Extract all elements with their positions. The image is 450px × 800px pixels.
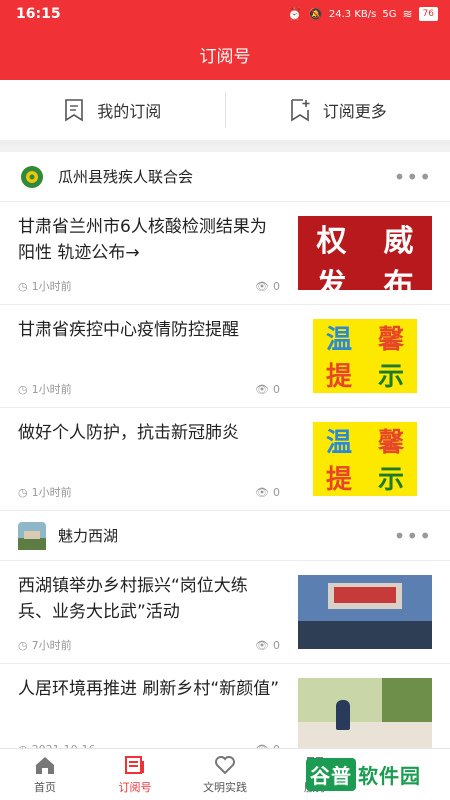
article-thumbnail: 温 馨 提 示: [298, 319, 432, 393]
channel-header[interactable]: 瓜州县残疾人联合会 •••: [0, 152, 450, 202]
watermark-text: 软件园: [358, 763, 421, 788]
status-time: 16:15: [16, 6, 61, 22]
alarm-icon: ⏰: [287, 7, 302, 21]
article-time: 1小时前: [31, 280, 72, 293]
article-title: 西湖镇举办乡村振兴“岗位大练兵、业务大比武”活动: [18, 576, 248, 622]
battery-indicator: 76: [418, 7, 438, 21]
article-item[interactable]: 人居环境再推进 刷新乡村“新颜值” ◷2021-10-16 👁0: [0, 664, 450, 748]
thumb-char: 温: [325, 325, 352, 355]
article-time: 1小时前: [31, 486, 72, 499]
article-views: 0: [273, 279, 280, 293]
tab-civilization-label: 文明实践: [203, 780, 247, 794]
eye-icon: 👁: [255, 279, 269, 293]
subscribe-more-button[interactable]: 订阅更多: [226, 80, 450, 140]
thumb-char: 威: [383, 224, 414, 259]
article-views: 0: [273, 485, 280, 499]
article-item[interactable]: 甘肃省疾控中心疫情防控提醒 ◷ 1小时前 👁 0 温 馨 提 示: [0, 305, 450, 408]
document-icon: [65, 99, 84, 122]
subscription-feed: 瓜州县残疾人联合会 ••• 甘肃省兰州市6人核酸检测结果为阳性 轨迹公布→ ◷ 1…: [0, 152, 450, 748]
article-views: 0: [273, 382, 280, 396]
tab-home-label: 首页: [34, 780, 56, 794]
thumb-char: 温: [325, 428, 352, 458]
article-title: 做好个人防护，抗击新冠肺炎: [18, 423, 239, 443]
wifi-icon: ≋: [402, 7, 413, 21]
clock-icon: ◷: [18, 485, 28, 499]
article-time: 1小时前: [31, 383, 72, 396]
article-time: 7小时前: [31, 639, 72, 652]
thumb-char: 提: [325, 465, 352, 495]
bookmark-add-icon: [290, 99, 310, 122]
subscribe-more-label: 订阅更多: [322, 102, 387, 121]
article-thumbnail: 温 馨 提 示: [298, 422, 432, 496]
article-views: 0: [273, 638, 280, 652]
channel-name: 瓜州县残疾人联合会: [58, 168, 194, 186]
clock-icon: ◷: [18, 638, 28, 652]
tab-subscriptions-label: 订阅号: [118, 780, 152, 794]
article-item[interactable]: 西湖镇举办乡村振兴“岗位大练兵、业务大比武”活动 ◷ 7小时前 👁 0: [0, 561, 450, 664]
thumb-char: 提: [325, 362, 352, 392]
thumb-char: 示: [377, 362, 404, 392]
article-thumbnail: 权 威 发 布: [298, 216, 432, 303]
eye-icon: 👁: [255, 485, 269, 499]
thumb-char: 馨: [377, 428, 404, 458]
subscription-tabs: 我的订阅 订阅更多: [0, 80, 450, 146]
tab-civilization[interactable]: 文明实践: [180, 749, 270, 800]
clock-icon: ◷: [18, 382, 28, 396]
clock-icon: ◷: [18, 279, 28, 293]
more-options-icon[interactable]: •••: [394, 165, 432, 189]
channel-avatar-icon: [18, 521, 46, 550]
eye-icon: 👁: [255, 382, 269, 396]
article-title: 甘肃省疾控中心疫情防控提醒: [18, 320, 239, 340]
heart-icon: [215, 755, 235, 774]
eye-icon: 👁: [255, 638, 269, 652]
status-bar: 16:15 ⏰ 🔕 24.3 KB/s 5G ≋ 76: [0, 0, 450, 28]
article-thumbnail: [298, 678, 432, 748]
channel-header[interactable]: 魅力西湖 •••: [0, 511, 450, 561]
article-title: 人居环境再推进 刷新乡村“新颜值”: [18, 679, 280, 699]
thumb-char: 权: [316, 224, 347, 259]
home-icon: [36, 756, 54, 774]
thumb-char: 馨: [377, 325, 404, 355]
watermark-logo: 谷普 软件园: [306, 757, 442, 791]
status-icons: ⏰ 🔕 24.3 KB/s 5G ≋ 76: [287, 7, 438, 21]
newspaper-icon: [125, 755, 144, 774]
article-title: 甘肃省兰州市6人核酸检测结果为阳性 轨迹公布→: [18, 217, 267, 263]
thumb-char: 布: [383, 268, 414, 303]
app-header: 16:15 ⏰ 🔕 24.3 KB/s 5G ≋ 76 订阅号: [0, 0, 450, 80]
article-thumbnail: [298, 575, 432, 649]
watermark-badge: 谷普: [306, 757, 356, 791]
article-item[interactable]: 做好个人防护，抗击新冠肺炎 ◷ 1小时前 👁 0 温 馨 提 示: [0, 408, 450, 511]
thumb-char: 发: [316, 268, 347, 303]
page-title: 订阅号: [199, 46, 251, 67]
more-options-icon[interactable]: •••: [394, 524, 432, 548]
tab-home[interactable]: 首页: [0, 749, 90, 800]
my-subscriptions-button[interactable]: 我的订阅: [0, 80, 225, 140]
my-subscriptions-label: 我的订阅: [97, 102, 162, 121]
channel-name: 魅力西湖: [58, 527, 119, 545]
net-speed: 24.3 KB/s: [328, 8, 377, 20]
thumb-char: 示: [377, 465, 404, 495]
mute-icon: 🔕: [307, 7, 323, 21]
article-item[interactable]: 甘肃省兰州市6人核酸检测结果为阳性 轨迹公布→ ◷ 1小时前 👁 0 权 威 发 布: [0, 202, 450, 305]
signal-label: 5G: [382, 8, 397, 20]
disabled-federation-logo-icon: [18, 163, 46, 191]
tab-subscriptions[interactable]: 订阅号: [90, 749, 180, 800]
